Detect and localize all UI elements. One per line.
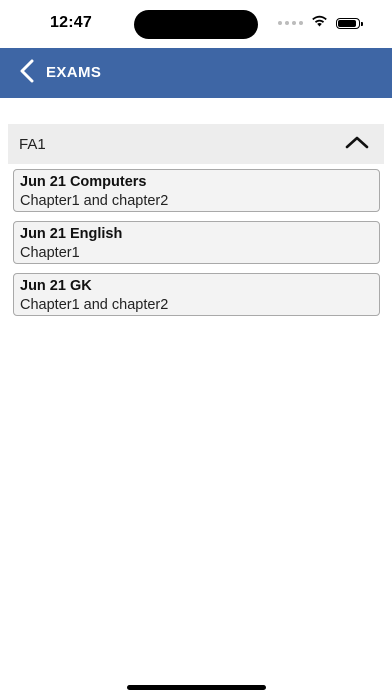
collapse-toggle-button[interactable] (344, 134, 370, 154)
exams-screen: 12:47 EXAMS FA1 Jun 21 Computers Chapter… (0, 0, 392, 696)
back-button[interactable] (16, 59, 38, 88)
dynamic-island (134, 10, 258, 39)
exam-item[interactable]: Jun 21 GK Chapter1 and chapter2 (13, 273, 380, 316)
exam-list: Jun 21 Computers Chapter1 and chapter2 J… (13, 169, 380, 325)
exam-subtitle: Chapter1 and chapter2 (20, 297, 169, 313)
exam-title: Jun 21 GK (20, 278, 92, 294)
exam-subtitle: Chapter1 and chapter2 (20, 193, 169, 209)
exam-subtitle: Chapter1 (20, 245, 80, 261)
exam-title: Jun 21 Computers (20, 174, 147, 190)
exam-item[interactable]: Jun 21 Computers Chapter1 and chapter2 (13, 169, 380, 212)
section-header-fa1[interactable]: FA1 (8, 124, 384, 164)
status-bar: 12:47 (0, 0, 392, 48)
wifi-icon (311, 14, 328, 32)
nav-bar: EXAMS (0, 48, 392, 98)
battery-level (338, 19, 356, 27)
chevron-left-icon (20, 59, 34, 88)
chevron-up-icon (345, 135, 369, 154)
status-icons (278, 14, 363, 32)
exam-item[interactable]: Jun 21 English Chapter1 (13, 221, 380, 264)
section-title: FA1 (19, 136, 46, 153)
cellular-signal-icon (278, 21, 303, 25)
home-indicator[interactable] (127, 685, 266, 690)
status-time: 12:47 (50, 14, 92, 31)
battery-icon (336, 17, 363, 29)
exam-title: Jun 21 English (20, 226, 123, 242)
page-title: EXAMS (46, 64, 102, 81)
